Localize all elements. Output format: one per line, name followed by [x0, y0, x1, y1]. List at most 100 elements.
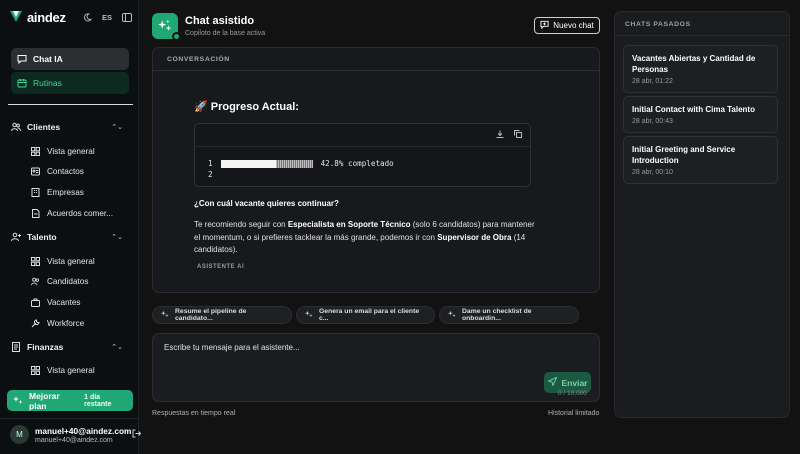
- assistant-question: ¿Con cuál vacante quieres continuar?: [194, 199, 339, 208]
- sparkles-icon: [305, 310, 313, 320]
- theme-moon-icon[interactable]: [83, 12, 92, 22]
- conversation-divider: [153, 70, 599, 71]
- sidebar-item-finanzas-vista-general[interactable]: Vista general: [30, 365, 95, 375]
- past-chat-item[interactable]: Initial Greeting and Service Introductio…: [623, 136, 778, 184]
- wrench-icon: [30, 318, 40, 328]
- suggestion-label: Resume el pipeline de candidato...: [175, 308, 247, 322]
- message-input[interactable]: [164, 343, 544, 352]
- realtime-note: Respuestas en tiempo real: [152, 410, 236, 417]
- past-chat-date: 28 abr, 00:43: [632, 118, 673, 125]
- sidebar-item-empresas[interactable]: Empresas: [30, 187, 84, 197]
- building-icon: [30, 187, 40, 197]
- sidebar-item-label: Vista general: [47, 146, 95, 156]
- chevron-updown-icon[interactable]: ⌃⌄: [111, 123, 123, 131]
- suggestion-label: Dame un checklist de onboardin...: [462, 308, 532, 322]
- grid-icon: [30, 146, 40, 156]
- sidebar-group-label: Talento: [27, 232, 57, 242]
- past-chat-title: Initial Contact with Cima Talento: [632, 105, 755, 114]
- sidebar-group-label: Finanzas: [27, 342, 64, 352]
- sidebar-topbar: aindez ES: [8, 9, 132, 25]
- suggestion-label: Genera un email para el cliente c...: [319, 308, 420, 322]
- chat-bubble-icon: [17, 54, 27, 64]
- sidebar-item-label: Vacantes: [47, 297, 81, 307]
- code-block: 1 42.8% completado 2: [194, 123, 531, 187]
- suggestion-chip[interactable]: Genera un email para el cliente c...: [296, 306, 435, 324]
- download-icon[interactable]: [496, 130, 504, 140]
- nav-chat-ia[interactable]: Chat IA: [11, 48, 129, 70]
- sidebar-item-label: Workforce: [47, 318, 85, 328]
- past-chat-title: Initial Greeting and Service Introductio…: [632, 145, 736, 165]
- upgrade-plan-button[interactable]: Mejorar plan 1 día restante: [7, 390, 133, 411]
- message-composer: Enviar 0 / 10,000: [152, 333, 600, 402]
- code-line-1: 1 42.8% completado: [208, 159, 394, 168]
- grid-icon: [30, 256, 40, 266]
- logo-icon: [10, 11, 22, 22]
- code-line-2: 2: [208, 170, 213, 179]
- sidebar-item-acuerdos[interactable]: Acuerdos comer...: [30, 208, 113, 218]
- assistant-paragraph: Te recomiendo seguir con Especialista en…: [194, 219, 539, 257]
- users-icon: [11, 122, 21, 132]
- message-heading: 🚀 Progreso Actual:: [194, 101, 299, 113]
- document-icon: [30, 208, 40, 218]
- sidebar-item-label: Empresas: [47, 187, 84, 197]
- contact-card-icon: [30, 166, 40, 176]
- past-chats-divider: [615, 35, 789, 36]
- ledger-icon: [11, 342, 21, 352]
- line-number: 2: [208, 170, 213, 179]
- suggestion-chip[interactable]: Dame un checklist de onboardin...: [439, 306, 579, 324]
- send-label: Enviar: [561, 377, 588, 388]
- progress-bar-fill: [220, 159, 276, 168]
- send-icon: [546, 376, 557, 388]
- sidebar-item-candidatos[interactable]: Candidatos: [30, 276, 88, 286]
- sidebar-group-clientes[interactable]: Clientes ⌃⌄: [11, 122, 129, 132]
- sidebar-toggle-icon[interactable]: [122, 12, 132, 22]
- copy-icon[interactable]: [514, 130, 522, 140]
- chevron-updown-icon[interactable]: ⌃⌄: [111, 233, 123, 241]
- briefcase-icon: [30, 297, 40, 307]
- online-status-dot: [172, 32, 181, 41]
- sidebar-item-label: Acuerdos comer...: [47, 208, 113, 218]
- conversation-panel: CONVERSACIÓN 🚀 Progreso Actual: 1 42.8% …: [152, 47, 600, 293]
- sidebar-item-contactos[interactable]: Contactos: [30, 166, 84, 176]
- vacancy-highlight: Especialista en Soporte Técnico: [287, 220, 411, 229]
- logo[interactable]: aindez: [8, 10, 66, 25]
- past-chat-item[interactable]: Initial Contact with Cima Talento 28 abr…: [623, 96, 778, 133]
- chat-plus-icon: [540, 20, 549, 31]
- sidebar-group-finanzas[interactable]: Finanzas ⌃⌄: [11, 342, 129, 352]
- character-counter: 0 / 10,000: [558, 390, 587, 397]
- sidebar-item-talento-vista-general[interactable]: Vista general: [30, 256, 95, 266]
- past-chats-panel: CHATS PASADOS Vacantes Abiertas y Cantid…: [614, 11, 790, 418]
- sidebar-item-label: Vista general: [47, 256, 95, 266]
- sparkles-icon: [448, 310, 456, 320]
- calendar-icon: [17, 78, 27, 88]
- nav-chat-ia-label: Chat IA: [33, 54, 63, 64]
- nav-rutinas[interactable]: Rutinas: [11, 72, 129, 94]
- suggestion-chip[interactable]: Resume el pipeline de candidato...: [152, 306, 292, 324]
- sidebar-group-talento[interactable]: Talento ⌃⌄: [11, 232, 129, 242]
- past-chat-date: 28 abr, 00:10: [632, 169, 673, 176]
- code-block-divider: [195, 146, 530, 147]
- past-chat-date: 28 abr, 01:22: [632, 78, 673, 85]
- past-chats-label: CHATS PASADOS: [625, 21, 691, 28]
- language-switch[interactable]: ES: [102, 13, 112, 22]
- sidebar-item-workforce[interactable]: Workforce: [30, 318, 84, 328]
- logout-icon[interactable]: [132, 429, 142, 440]
- sidebar-item-vacantes[interactable]: Vacantes: [30, 297, 81, 307]
- sidebar-item-label: Contactos: [47, 166, 84, 176]
- user-profile[interactable]: M manuel+40@aindez.com manuel+40@aindez.…: [10, 425, 131, 444]
- grid-icon: [30, 365, 40, 375]
- chevron-updown-icon[interactable]: ⌃⌄: [111, 343, 123, 351]
- sidebar-item-clientes-vista-general[interactable]: Vista general: [30, 146, 95, 156]
- sidebar-divider: [8, 104, 133, 105]
- past-chat-item[interactable]: Vacantes Abiertas y Cantidad de Personas…: [623, 45, 778, 93]
- conversation-label: CONVERSACIÓN: [167, 56, 230, 63]
- sidebar-footer-divider: [0, 418, 139, 419]
- avatar: M: [10, 425, 29, 444]
- user-name: manuel+40@aindez.com: [35, 425, 132, 436]
- progress-bar: [220, 159, 313, 168]
- new-chat-button[interactable]: Nuevo chat: [534, 17, 600, 34]
- line-number: 1: [208, 159, 213, 168]
- page-title: Chat asistido: [185, 15, 255, 27]
- users-icon: [30, 276, 40, 286]
- page-subtitle: Copiloto de la base activa: [185, 30, 266, 37]
